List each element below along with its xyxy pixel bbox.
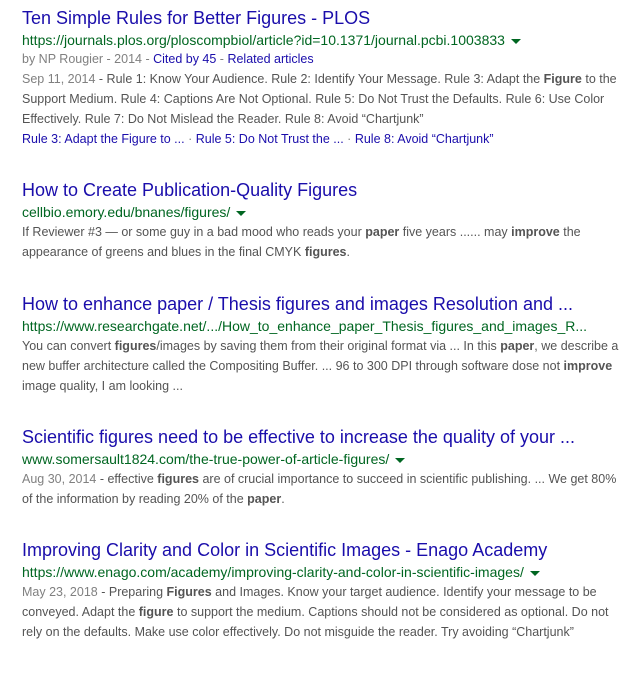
- result-url[interactable]: cellbio.emory.edu/bnanes/figures/: [22, 204, 230, 220]
- snippet-text: image quality, I am looking ...: [22, 379, 183, 393]
- result-url-row: www.somersault1824.com/the-true-power-of…: [22, 449, 622, 469]
- caret-down-icon[interactable]: [510, 38, 521, 44]
- snippet-highlight: figures: [304, 245, 347, 259]
- sitelink-rule-8[interactable]: Rule 8: Avoid “Chartjunk”: [355, 132, 494, 146]
- snippet-highlight: paper: [365, 225, 400, 239]
- snippet-text: You can convert: [22, 339, 115, 353]
- sitelinks: Rule 3: Adapt the Figure to ... · Rule 5…: [22, 129, 622, 149]
- result-title-link[interactable]: Improving Clarity and Color in Scientifi…: [22, 538, 622, 562]
- result-title-link[interactable]: How to enhance paper / Thesis figures an…: [22, 292, 622, 316]
- result-date: Aug 30, 2014: [22, 472, 97, 486]
- cited-by-link[interactable]: Cited by 45: [153, 52, 216, 66]
- sitelink-rule-3[interactable]: Rule 3: Adapt the Figure to ...: [22, 132, 185, 146]
- search-result: Improving Clarity and Color in Scientifi…: [22, 538, 622, 642]
- result-url[interactable]: www.somersault1824.com/the-true-power-of…: [22, 451, 389, 467]
- search-result: How to enhance paper / Thesis figures an…: [22, 292, 622, 396]
- result-url-row: cellbio.emory.edu/bnanes/figures/: [22, 202, 622, 222]
- sitelink-rule-5[interactable]: Rule 5: Do Not Trust the ...: [196, 132, 344, 146]
- snippet-text: - Preparing: [97, 585, 167, 599]
- search-result: Scientific figures need to be effective …: [22, 425, 622, 509]
- snippet-highlight: Figures: [166, 585, 212, 599]
- caret-down-icon[interactable]: [529, 570, 540, 576]
- snippet-text: - effective: [96, 472, 158, 486]
- result-snippet: You can convert figures/images by saving…: [22, 336, 622, 396]
- snippet-highlight: improve: [511, 225, 560, 239]
- snippet-highlight: Figure: [543, 72, 582, 86]
- result-snippet: May 23, 2018 - Preparing Figures and Ima…: [22, 582, 622, 642]
- related-articles-link[interactable]: Related articles: [227, 52, 313, 66]
- caret-down-icon[interactable]: [236, 210, 247, 216]
- result-url-row: https://journals.plos.org/ploscompbiol/a…: [22, 30, 622, 50]
- snippet-text: .: [346, 245, 350, 259]
- snippet-highlight: figures: [157, 472, 199, 486]
- result-snippet: Sep 11, 2014 - Rule 1: Know Your Audienc…: [22, 69, 622, 129]
- snippet-text: .: [281, 492, 285, 506]
- result-snippet: Aug 30, 2014 - effective figures are of …: [22, 469, 622, 509]
- snippet-text: - Rule 1: Know Your Audience. Rule 2: Id…: [95, 72, 544, 86]
- result-meta: by NP Rougier - 2014 - Cited by 45 - Rel…: [22, 50, 622, 69]
- result-title-link[interactable]: Scientific figures need to be effective …: [22, 425, 622, 449]
- snippet-highlight: paper: [500, 339, 535, 353]
- snippet-highlight: paper: [247, 492, 282, 506]
- result-url[interactable]: https://journals.plos.org/ploscompbiol/a…: [22, 32, 505, 48]
- result-date: May 23, 2018: [22, 585, 98, 599]
- result-url-row: https://www.researchgate.net/.../How_to_…: [22, 316, 622, 336]
- result-snippet: If Reviewer #3 — or some guy in a bad mo…: [22, 222, 622, 262]
- result-url-row: https://www.enago.com/academy/improving-…: [22, 562, 622, 582]
- author-year: by NP Rougier - 2014 -: [22, 52, 154, 66]
- sitelink-separator: ·: [184, 132, 196, 146]
- search-results: Ten Simple Rules for Better Figures - PL…: [22, 6, 622, 671]
- result-url[interactable]: https://www.enago.com/academy/improving-…: [22, 564, 524, 580]
- result-date: Sep 11, 2014: [22, 72, 96, 86]
- snippet-highlight: figure: [138, 605, 174, 619]
- search-result: Ten Simple Rules for Better Figures - PL…: [22, 6, 622, 149]
- result-title-link[interactable]: How to Create Publication-Quality Figure…: [22, 178, 622, 202]
- snippet-highlight: improve: [563, 359, 613, 373]
- result-url[interactable]: https://www.researchgate.net/.../How_to_…: [22, 318, 587, 334]
- meta-separator: -: [216, 52, 228, 66]
- caret-down-icon[interactable]: [395, 457, 406, 463]
- search-result: How to Create Publication-Quality Figure…: [22, 178, 622, 262]
- snippet-text: /images by saving them from their origin…: [156, 339, 501, 353]
- snippet-text: If Reviewer #3 — or some guy in a bad mo…: [22, 225, 366, 239]
- result-title-link[interactable]: Ten Simple Rules for Better Figures - PL…: [22, 6, 622, 30]
- snippet-highlight: figures: [114, 339, 157, 353]
- snippet-text: five years ...... may: [399, 225, 512, 239]
- sitelink-separator: ·: [343, 132, 355, 146]
